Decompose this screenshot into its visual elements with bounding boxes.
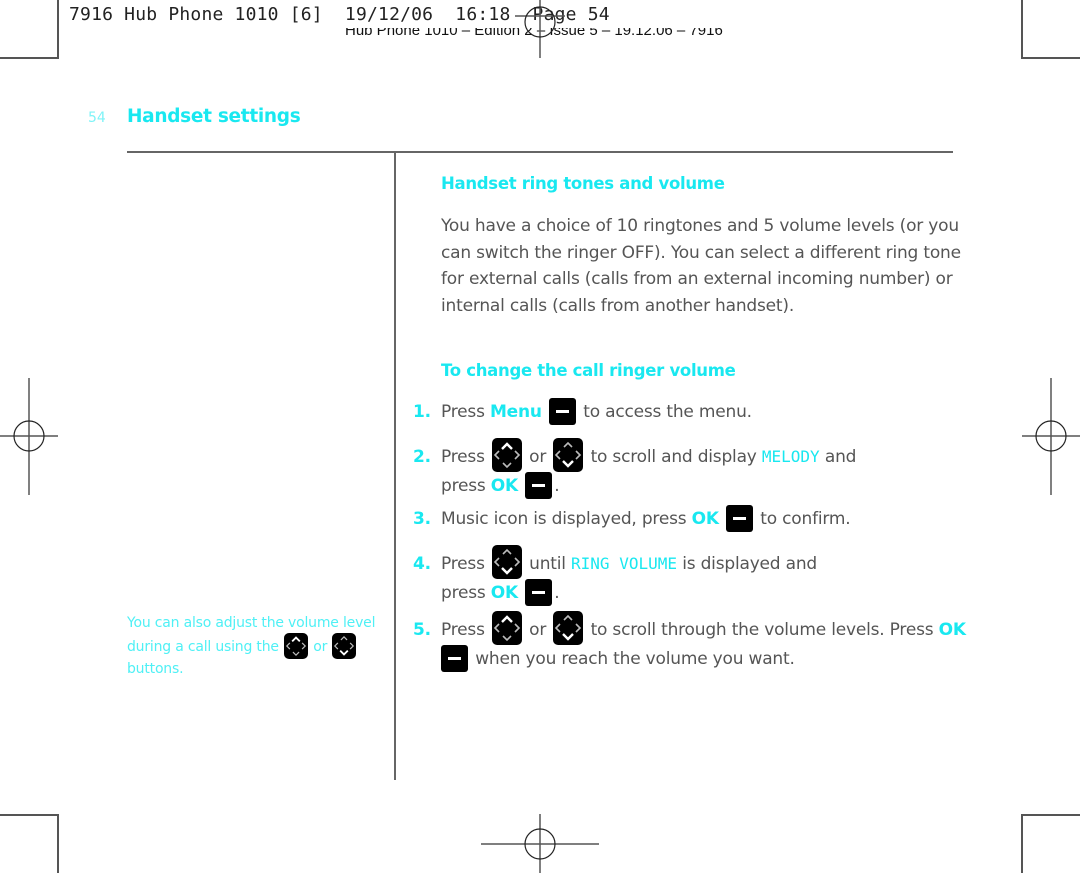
step-text: Press [441,402,490,422]
softkey-minus-icon [525,579,553,606]
column-divider [394,153,396,780]
crop-mark-top-right-h [1021,57,1080,59]
nav-up-icon [491,438,522,472]
softkey-minus-icon [726,505,754,532]
registration-mark-bottom [481,814,599,873]
step-text: . [554,583,560,603]
step-text: Press [441,554,490,574]
crop-mark-bottom-left-h [0,814,59,816]
step-number: 4. [413,554,431,574]
intro-paragraph: You have a choice of 10 ringtones and 5 … [441,216,961,316]
page-number: 54 [88,110,106,126]
header-rule [127,151,953,153]
step-text: to scroll through the volume levels. Pre… [585,620,939,640]
step-text: or [523,620,552,640]
step-number: 2. [413,447,431,467]
step-2: 2. Press or to scroll and display MELODY … [413,438,973,500]
step-text: when you reach the volume you want. [470,649,795,669]
nav-down-icon [491,545,522,579]
crop-mark-bottom-right-v [1021,814,1023,873]
crop-mark-top-left-v [57,0,59,58]
softkey-minus-icon [549,398,577,425]
lcd-text-ring-volume: RING VOLUME [571,554,677,573]
nav-up-icon [491,611,522,645]
step-1: 1. Press Menu to access the menu. [413,398,973,426]
registration-mark-top [515,0,565,58]
softkey-minus-icon [441,645,468,672]
crop-mark-top-left-h [0,57,59,59]
ok-key-label: OK [490,476,519,496]
registration-mark-right [1022,378,1080,495]
menu-key-label: Menu [489,402,542,422]
step-text: to access the menu. [578,402,752,422]
side-note-text: or [309,639,332,655]
ok-key-label: OK [938,620,966,640]
step-text: or [523,447,552,467]
crop-mark-top-right-v [1021,0,1023,58]
step-text: Press [441,620,490,640]
step-3: 3. Music icon is displayed, press OK to c… [413,505,973,533]
step-text: press [441,476,491,496]
step-number: 1. [413,402,431,422]
step-text: until [523,554,572,574]
section-title: Handset settings [127,106,301,127]
step-4: 4. Press until RING VOLUME is displayed a… [413,545,973,607]
step-text: . [554,476,560,496]
registration-mark-left [0,378,58,495]
side-note: You can also adjust the volume level dur… [127,613,377,679]
step-text: press [441,583,491,603]
step-text: and [819,447,857,467]
softkey-minus-icon [525,472,553,499]
step-text: to scroll and display [585,447,762,467]
heading-ring-tones: Handset ring tones and volume [441,174,725,193]
ok-key-label: OK [490,583,519,603]
lcd-text-melody: MELODY [761,447,820,466]
nav-down-icon [553,611,584,645]
step-text: is displayed and [677,554,817,574]
step-number: 3. [413,509,431,529]
nav-up-icon [284,633,309,659]
step-5: 5. Press or to scroll through the volume … [413,611,973,673]
nav-down-icon [553,438,584,472]
step-text: Music icon is displayed, press [441,509,692,529]
step-text: to confirm. [755,509,851,529]
step-text: Press [441,447,490,467]
step-number: 5. [413,620,431,640]
crop-mark-bottom-right-h [1021,814,1080,816]
side-note-text: buttons. [127,661,184,677]
ok-key-label: OK [691,509,719,529]
nav-down-icon [332,633,357,659]
crop-mark-bottom-left-v [57,814,59,873]
heading-change-volume: To change the call ringer volume [441,361,736,380]
